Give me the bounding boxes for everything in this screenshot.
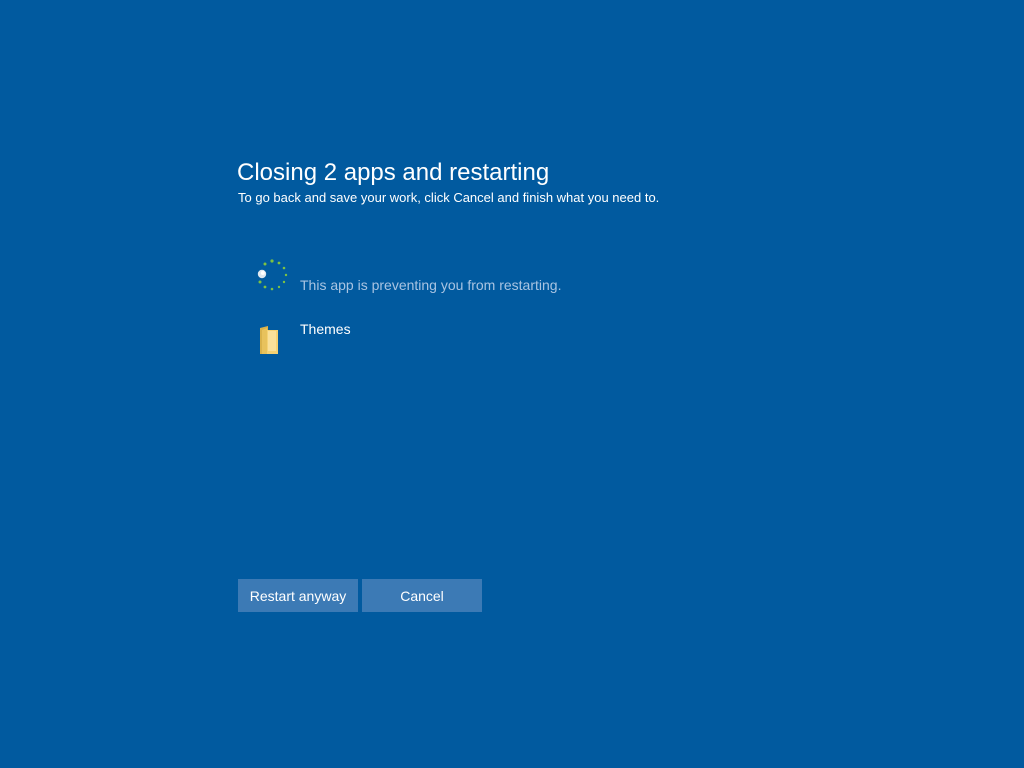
status-message: This app is preventing you from restarti… bbox=[300, 277, 562, 293]
app-name: Themes bbox=[300, 321, 351, 337]
cancel-button[interactable]: Cancel bbox=[362, 579, 482, 612]
app-list-item: Themes bbox=[256, 318, 456, 358]
page-subtitle: To go back and save your work, click Can… bbox=[238, 190, 660, 205]
page-title: Closing 2 apps and restarting bbox=[237, 159, 550, 186]
restart-anyway-button[interactable]: Restart anyway bbox=[238, 579, 358, 612]
folder-icon bbox=[260, 326, 278, 354]
loading-spinner-icon bbox=[257, 259, 288, 291]
restart-screen: Closing 2 apps and restarting To go back… bbox=[0, 0, 1024, 768]
